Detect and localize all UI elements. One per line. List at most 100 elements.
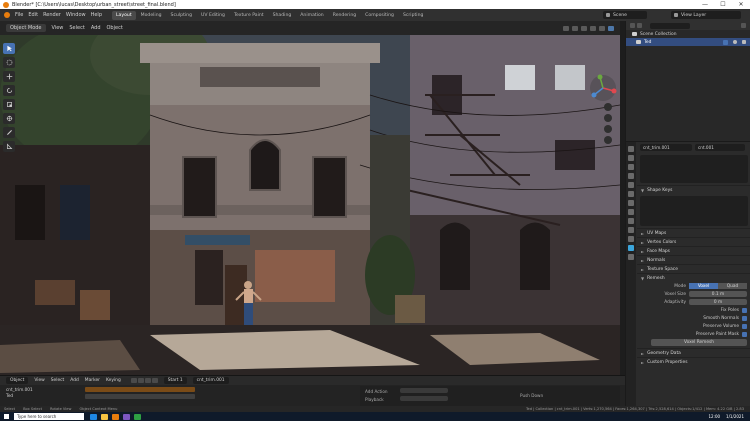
tab-layout[interactable]: Layout bbox=[112, 10, 136, 20]
tab-shading[interactable]: Shading bbox=[269, 11, 296, 20]
play-icon[interactable] bbox=[144, 378, 151, 383]
keying-dropdown[interactable]: Keying bbox=[106, 378, 121, 383]
material-tab-icon[interactable] bbox=[628, 254, 634, 260]
panel-remesh[interactable]: ▼ Remesh bbox=[637, 273, 750, 282]
outliner-row-ted[interactable]: Ted bbox=[626, 38, 750, 46]
physics-tab-icon[interactable] bbox=[628, 227, 634, 233]
panel-shape-keys[interactable]: ▼ Shape Keys bbox=[637, 185, 750, 194]
viewport-menu-add[interactable]: Add bbox=[91, 25, 101, 31]
pan-icon[interactable] bbox=[604, 114, 612, 122]
perspective-toggle-icon[interactable] bbox=[604, 136, 612, 144]
panel-normals[interactable]: ► Normals bbox=[637, 255, 750, 264]
file-explorer-icon[interactable] bbox=[101, 413, 108, 420]
edge-icon[interactable] bbox=[90, 413, 97, 420]
render-tab-icon[interactable] bbox=[628, 155, 634, 161]
maximize-button[interactable]: ☐ bbox=[714, 0, 732, 9]
object-name-field[interactable]: cnt_trim.001 bbox=[640, 144, 692, 151]
xray-icon[interactable] bbox=[572, 25, 578, 31]
material-shading-icon[interactable] bbox=[599, 25, 605, 31]
vertex-groups-list[interactable] bbox=[640, 155, 748, 183]
menu-help[interactable]: Help bbox=[91, 12, 102, 18]
adaptivity-field[interactable]: 0 m bbox=[689, 299, 747, 305]
clock-date[interactable]: 1/1/2021 bbox=[726, 414, 744, 419]
panel-custom-properties[interactable]: ► Custom Properties bbox=[637, 357, 750, 366]
transform-tool[interactable] bbox=[3, 113, 15, 124]
smooth-normals-checkbox[interactable] bbox=[742, 315, 747, 321]
modifier-tab-icon[interactable] bbox=[628, 209, 634, 215]
timeline-menu-add[interactable]: Add bbox=[70, 378, 79, 383]
mesh-data-tab-icon[interactable] bbox=[628, 245, 634, 251]
wireframe-shading-icon[interactable] bbox=[581, 25, 587, 31]
timeline-menu-marker[interactable]: Marker bbox=[85, 378, 100, 383]
playback-field[interactable] bbox=[400, 396, 448, 401]
rotate-tool[interactable] bbox=[3, 85, 15, 96]
viewport-menu-object[interactable]: Object bbox=[107, 25, 123, 31]
mesh-data-field[interactable]: cnt.001 bbox=[695, 144, 745, 151]
taskbar-search-input[interactable]: Type here to search bbox=[14, 413, 84, 420]
menu-edit[interactable]: Edit bbox=[28, 12, 38, 18]
voxel-remesh-button[interactable]: Voxel Remesh bbox=[651, 339, 747, 346]
push-down-button[interactable]: Push Down bbox=[520, 393, 543, 398]
tab-scripting[interactable]: Scripting bbox=[399, 11, 427, 20]
tab-modeling[interactable]: Modeling bbox=[137, 11, 166, 20]
panel-face-maps[interactable]: ► Face Maps bbox=[637, 246, 750, 255]
preserve-volume-checkbox[interactable] bbox=[742, 323, 747, 329]
object-tab-icon[interactable] bbox=[628, 200, 634, 206]
viewport-menu-view[interactable]: View bbox=[52, 25, 64, 31]
scale-tool[interactable] bbox=[3, 99, 15, 110]
timeline-object-menu[interactable]: Object bbox=[6, 377, 29, 384]
exclude-checkbox[interactable] bbox=[723, 39, 728, 45]
measure-tool[interactable] bbox=[3, 141, 15, 152]
tab-uv-editing[interactable]: UV Editing bbox=[197, 11, 229, 20]
zoom-icon[interactable] bbox=[604, 103, 612, 111]
preserve-paint-mask-checkbox[interactable] bbox=[742, 331, 747, 337]
view-layer-tab-icon[interactable] bbox=[628, 173, 634, 179]
outliner-search-input[interactable] bbox=[650, 22, 690, 29]
tab-rendering[interactable]: Rendering bbox=[329, 11, 360, 20]
move-tool[interactable] bbox=[3, 71, 15, 82]
tab-texture-paint[interactable]: Texture Paint bbox=[230, 11, 268, 20]
fix-poles-checkbox[interactable] bbox=[742, 307, 747, 313]
menu-render[interactable]: Render bbox=[43, 12, 61, 18]
tool-tab-icon[interactable] bbox=[628, 146, 634, 152]
remesh-mode-voxel[interactable]: Voxel bbox=[689, 283, 718, 289]
start-frame-field[interactable]: Start 1 bbox=[163, 377, 187, 384]
voxel-size-field[interactable]: 0.1 m bbox=[689, 291, 747, 297]
play-reverse-icon[interactable] bbox=[137, 378, 144, 383]
object-mode-dropdown[interactable]: Object Mode bbox=[6, 24, 46, 32]
panel-uv-maps[interactable]: ► UV Maps bbox=[637, 228, 750, 237]
overlay-icon[interactable] bbox=[563, 25, 569, 31]
action-strip-secondary[interactable] bbox=[85, 394, 195, 399]
filter-icon[interactable] bbox=[741, 23, 746, 28]
action-strip[interactable] bbox=[85, 387, 195, 392]
output-tab-icon[interactable] bbox=[628, 164, 634, 170]
particles-tab-icon[interactable] bbox=[628, 218, 634, 224]
close-button[interactable]: ✕ bbox=[732, 0, 750, 9]
tab-animation[interactable]: Animation bbox=[296, 11, 327, 20]
blender-taskbar-icon[interactable] bbox=[112, 413, 119, 420]
world-tab-icon[interactable] bbox=[628, 191, 634, 197]
scene-selector[interactable]: Scene bbox=[603, 11, 647, 19]
blender-menu-icon[interactable] bbox=[4, 12, 10, 18]
jump-start-icon[interactable] bbox=[130, 378, 137, 383]
app-icon[interactable] bbox=[134, 413, 141, 420]
jump-end-icon[interactable] bbox=[151, 378, 158, 383]
add-action-field[interactable] bbox=[400, 388, 448, 393]
start-button[interactable] bbox=[0, 412, 12, 421]
tab-compositing[interactable]: Compositing bbox=[361, 11, 398, 20]
visibility-eye-icon[interactable] bbox=[733, 40, 737, 44]
select-box-tool[interactable] bbox=[3, 57, 15, 68]
navigation-gizmo[interactable] bbox=[588, 73, 618, 103]
rendered-shading-icon[interactable] bbox=[608, 25, 614, 31]
app-icon[interactable] bbox=[123, 413, 130, 420]
viewport-menu-select[interactable]: Select bbox=[69, 25, 84, 31]
minimize-button[interactable]: — bbox=[696, 0, 714, 9]
timeline-menu-view[interactable]: View bbox=[34, 378, 44, 383]
menu-window[interactable]: Window bbox=[66, 12, 86, 18]
render-camera-icon[interactable] bbox=[742, 40, 746, 44]
scene-tab-icon[interactable] bbox=[628, 182, 634, 188]
solid-shading-icon[interactable] bbox=[590, 25, 596, 31]
constraints-tab-icon[interactable] bbox=[628, 236, 634, 242]
outliner-row-scene-collection[interactable]: Scene Collection bbox=[626, 30, 750, 38]
remesh-mode-quad[interactable]: Quad bbox=[718, 283, 747, 289]
